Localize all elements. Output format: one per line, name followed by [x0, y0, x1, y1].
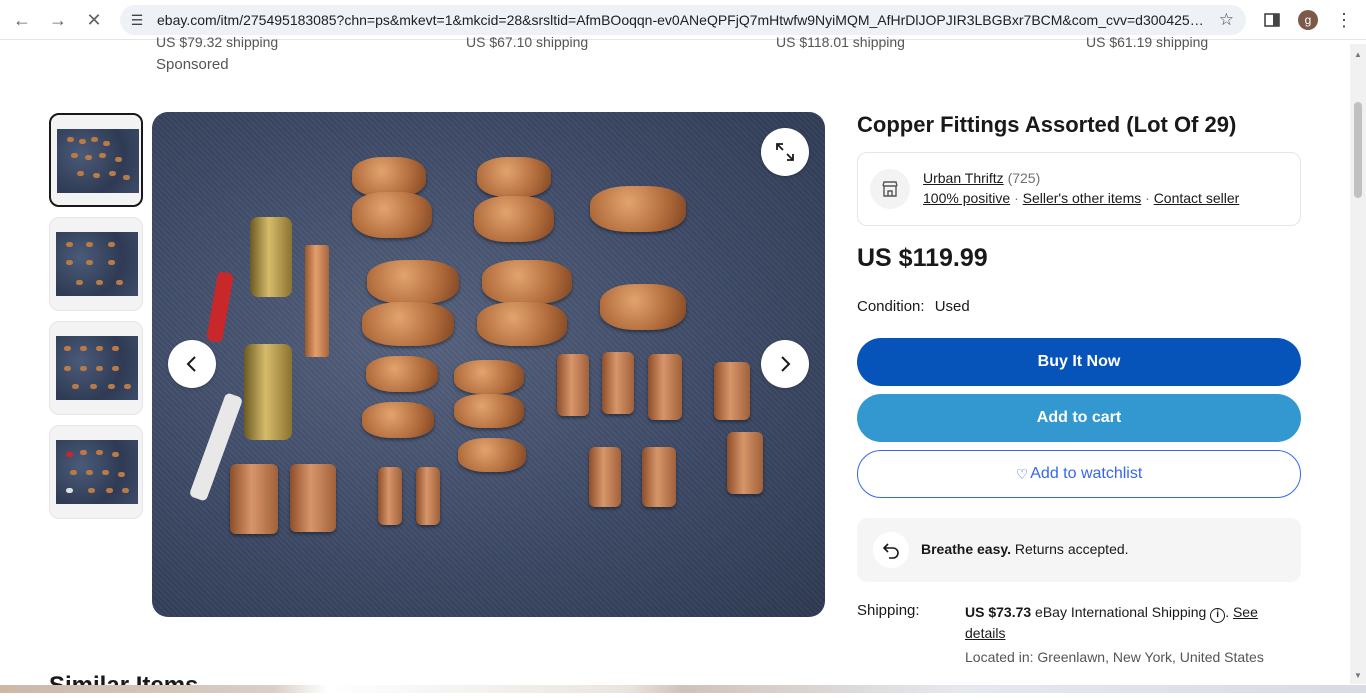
profile-avatar[interactable]: g — [1296, 8, 1320, 32]
back-icon[interactable]: ← — [10, 8, 34, 32]
sponsored-item-shipping: US $118.01 shipping — [776, 34, 905, 50]
browser-menu-icon[interactable]: ⋮ — [1332, 8, 1356, 32]
add-to-watchlist-button[interactable]: ♡ Add to watchlist — [857, 450, 1301, 498]
shipping-label: Shipping: — [857, 602, 920, 619]
returns-detail: Returns accepted. — [1011, 541, 1129, 557]
add-to-cart-button[interactable]: Add to cart — [857, 394, 1301, 442]
heart-icon: ♡ — [1015, 465, 1029, 482]
main-product-image[interactable] — [152, 112, 825, 617]
feedback-count: (725) — [1007, 170, 1041, 186]
returns-banner: Breathe easy. Returns accepted. — [857, 518, 1301, 582]
seller-card: Urban Thriftz (725) 100% positive · Sell… — [857, 152, 1301, 226]
returns-bold: Breathe easy. — [921, 541, 1012, 557]
thumbnail-3[interactable] — [49, 321, 143, 415]
page-scrollbar[interactable]: ▲ ▼ — [1350, 44, 1366, 684]
item-title: Copper Fittings Assorted (Lot Of 29) — [857, 112, 1237, 137]
condition-row: Condition: Used — [857, 298, 970, 315]
thumbnail-image — [56, 232, 138, 296]
shipping-value: US $73.73 eBay International Shipping i.… — [965, 604, 1258, 641]
scroll-up-icon[interactable]: ▲ — [1354, 50, 1362, 59]
return-arrow-icon — [873, 532, 909, 568]
returns-text: Breathe easy. Returns accepted. — [921, 541, 1129, 557]
thumbnail-4[interactable] — [49, 425, 143, 519]
shipping-amount: US $73.73 — [965, 604, 1032, 620]
thumbnail-2[interactable] — [49, 217, 143, 311]
side-panel-icon[interactable] — [1260, 8, 1284, 32]
contact-seller-link[interactable]: Contact seller — [1154, 190, 1240, 206]
scroll-down-icon[interactable]: ▼ — [1354, 671, 1362, 680]
watchlist-label: Add to watchlist — [1030, 465, 1143, 482]
thumbnail-1[interactable] — [49, 113, 143, 207]
forward-icon[interactable]: → — [46, 8, 70, 32]
seller-name-link[interactable]: Urban Thriftz — [923, 170, 1004, 186]
previous-image-button[interactable] — [168, 340, 216, 388]
os-taskbar — [0, 685, 1366, 693]
sponsored-item-shipping: US $79.32 shipping — [156, 34, 279, 50]
item-location: Located in: Greenlawn, New York, United … — [965, 649, 1264, 665]
sponsored-item-shipping: US $67.10 shipping — [466, 34, 589, 50]
item-price: US $119.99 — [857, 244, 988, 272]
thumbnail-image — [57, 129, 139, 193]
seller-links: 100% positive · Seller's other items · C… — [923, 190, 1240, 206]
buy-it-now-button[interactable]: Buy It Now — [857, 338, 1301, 386]
sellers-other-items-link[interactable]: Seller's other items — [1023, 190, 1142, 206]
store-icon[interactable] — [870, 169, 910, 209]
thumbnail-image — [56, 440, 138, 504]
shipping-method: eBay International Shipping — [1031, 604, 1211, 620]
next-image-button[interactable] — [761, 340, 809, 388]
stop-loading-icon[interactable]: ✕ — [82, 8, 106, 32]
sponsored-label: Sponsored — [156, 56, 229, 73]
site-info-icon[interactable]: ☰ — [128, 11, 146, 29]
condition-value: Used — [934, 298, 970, 315]
condition-label: Condition: — [857, 298, 925, 315]
positive-feedback-link[interactable]: 100% positive — [923, 190, 1010, 206]
url-text[interactable]: ebay.com/itm/275495183085?chn=ps&mkevt=1… — [157, 12, 1207, 28]
expand-image-icon[interactable] — [761, 128, 809, 176]
thumbnail-image — [56, 336, 138, 400]
sponsored-item-shipping: US $61.19 shipping — [1086, 34, 1209, 50]
scrollbar-thumb[interactable] — [1354, 102, 1362, 198]
seller-name-row: Urban Thriftz (725) — [923, 170, 1040, 186]
bookmark-star-icon[interactable]: ☆ — [1219, 10, 1234, 30]
address-bar[interactable]: ☰ ebay.com/itm/275495183085?chn=ps&mkevt… — [120, 5, 1246, 35]
info-icon[interactable]: i — [1210, 608, 1226, 623]
